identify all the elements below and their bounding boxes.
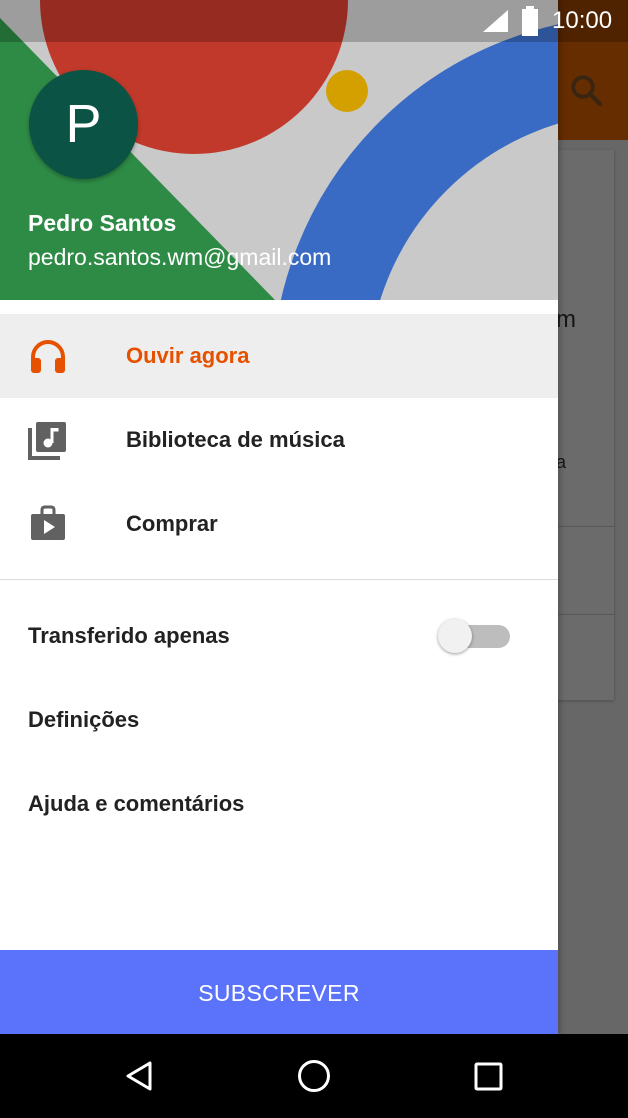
avatar-letter: P bbox=[65, 94, 102, 154]
status-bar: 10:00 bbox=[0, 0, 628, 42]
system-nav-bar bbox=[0, 1034, 628, 1118]
setting-label: Ajuda e comentários bbox=[28, 791, 245, 816]
drawer-divider bbox=[0, 579, 558, 580]
setting-downloaded-only[interactable]: Transferido apenas bbox=[0, 594, 558, 678]
nav-item-shop[interactable]: Comprar bbox=[0, 482, 558, 566]
headphones-icon bbox=[31, 340, 65, 373]
downloaded-only-toggle[interactable] bbox=[438, 616, 514, 656]
setting-label: Transferido apenas bbox=[28, 623, 230, 648]
music-library-icon bbox=[28, 422, 66, 460]
signal-icon bbox=[483, 10, 508, 32]
nav-label: Comprar bbox=[126, 511, 218, 536]
nav-label: Ouvir agora bbox=[126, 343, 250, 368]
nav-item-music-library[interactable]: Biblioteca de música bbox=[0, 398, 558, 482]
setting-label: Definições bbox=[28, 707, 140, 732]
nav-item-listen-now[interactable]: Ouvir agora bbox=[0, 314, 558, 398]
subscribe-button[interactable]: SUBSCREVER bbox=[0, 950, 558, 1034]
back-icon[interactable] bbox=[120, 1056, 160, 1096]
status-time: 10:00 bbox=[552, 7, 613, 34]
subscribe-label: SUBSCREVER bbox=[198, 980, 360, 1006]
nav-label: Biblioteca de música bbox=[126, 427, 345, 452]
drawer-header: P Pedro Santos pedro.santos.wm@gmail.com bbox=[0, 0, 558, 300]
navigation-drawer: P Pedro Santos pedro.santos.wm@gmail.com… bbox=[0, 0, 558, 1034]
recents-icon[interactable] bbox=[468, 1056, 508, 1096]
setting-settings[interactable]: Definições bbox=[0, 678, 558, 762]
setting-help-feedback[interactable]: Ajuda e comentários bbox=[0, 762, 558, 846]
battery-icon bbox=[522, 6, 538, 36]
user-name: Pedro Santos bbox=[28, 210, 177, 236]
home-icon[interactable] bbox=[294, 1056, 334, 1096]
shop-bag-icon bbox=[31, 505, 65, 540]
user-email[interactable]: pedro.santos.wm@gmail.com bbox=[28, 244, 331, 271]
avatar[interactable]: P bbox=[29, 70, 138, 179]
toggle-thumb bbox=[438, 619, 472, 653]
